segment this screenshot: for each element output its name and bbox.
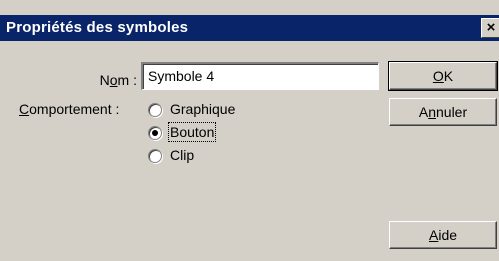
symbol-properties-dialog: Propriétés des symboles × Nom : Symbole … [0, 0, 499, 261]
title-bar[interactable]: Propriétés des symboles × [0, 15, 499, 41]
radio-clip-label: Clip [170, 147, 195, 163]
help-button[interactable]: Aide [389, 221, 497, 249]
radio-circle[interactable] [148, 149, 162, 163]
radio-circle[interactable] [148, 103, 162, 117]
close-button[interactable]: × [481, 18, 499, 38]
close-icon: × [486, 19, 496, 36]
radio-button-label: Bouton [167, 122, 217, 142]
name-label: Nom : [99, 72, 137, 88]
behavior-label: Comportement : [19, 101, 120, 117]
radio-circle-selected[interactable] [148, 126, 162, 140]
cancel-button[interactable]: Annuler [389, 98, 497, 126]
name-input-value: Symbole 4 [148, 68, 215, 84]
ok-button[interactable]: OK [388, 61, 498, 91]
name-input[interactable]: Symbole 4 [141, 62, 379, 90]
radio-graphic-label: Graphique [170, 101, 236, 117]
dialog-title: Propriétés des symboles [6, 19, 189, 36]
radio-selected-dot [152, 130, 158, 136]
